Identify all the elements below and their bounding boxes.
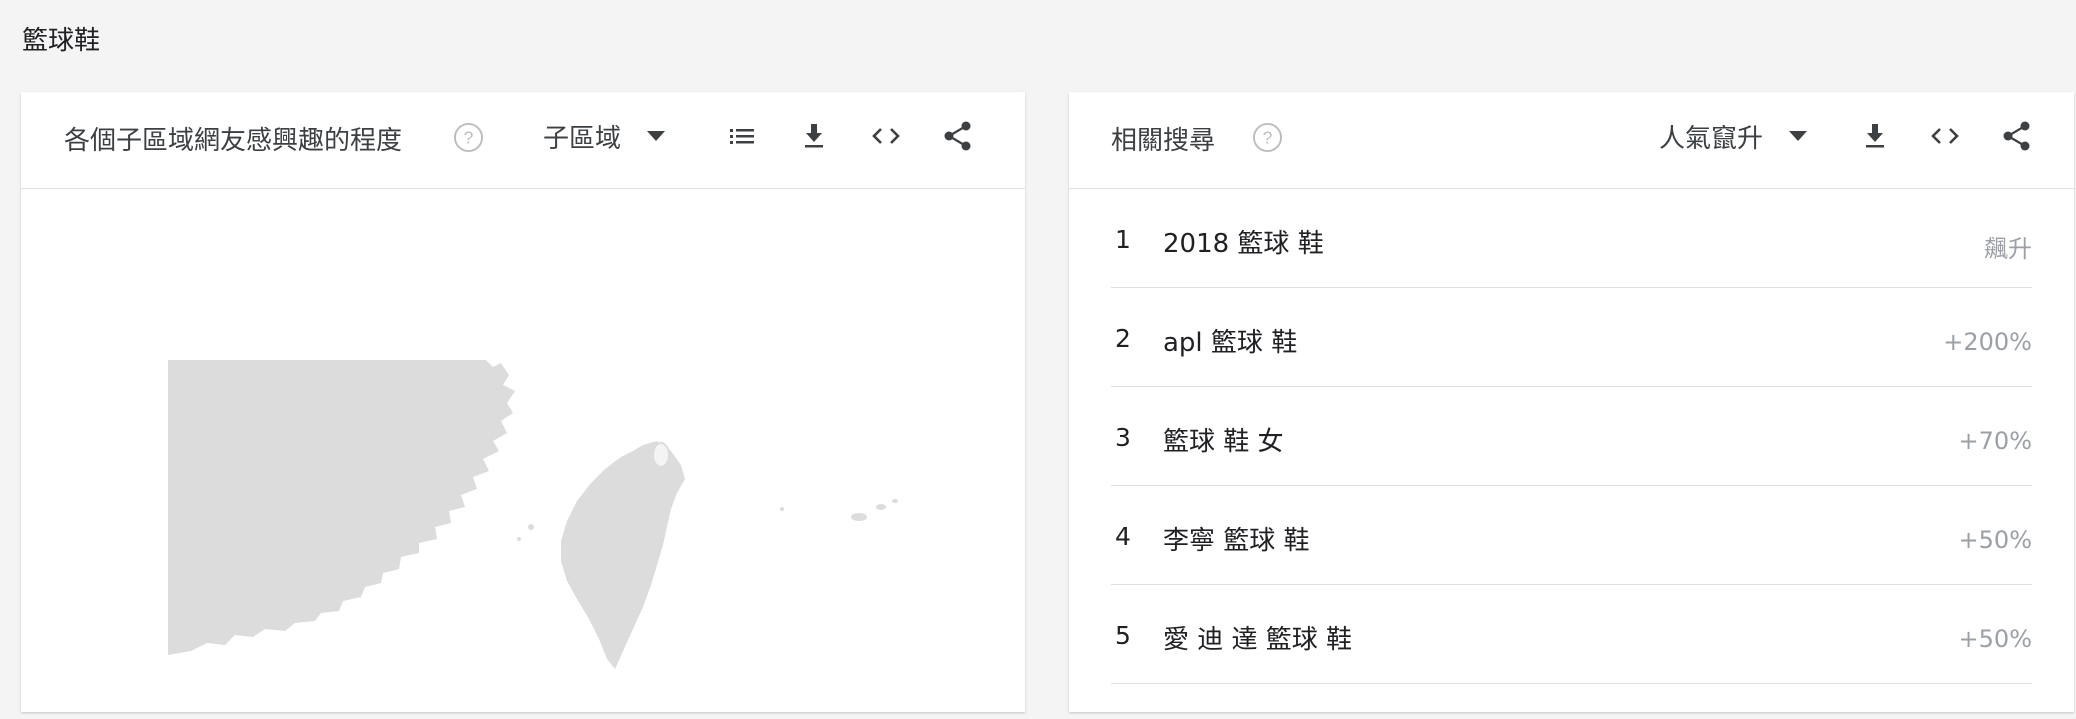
svg-text:?: ? <box>464 127 474 147</box>
row-rank: 4 <box>1115 522 1131 551</box>
card-title: 相關搜尋 <box>1111 126 1216 156</box>
related-query-row[interactable]: 4 李寧 籃球 鞋 +50% <box>1111 486 2032 585</box>
related-query-row[interactable]: 5 愛 迪 達 籃球 鞋 +50% <box>1111 585 2032 684</box>
subregion-dropdown[interactable]: 子區域 <box>543 116 666 156</box>
island <box>851 513 867 521</box>
svg-text:?: ? <box>1263 127 1273 147</box>
row-value: +70% <box>1958 427 2032 455</box>
help-circle-icon[interactable]: ? <box>1252 122 1283 153</box>
page-title: 籃球鞋 <box>22 26 101 56</box>
list-icon[interactable] <box>724 118 760 154</box>
island <box>892 499 898 503</box>
share-icon[interactable] <box>1999 118 2035 154</box>
share-icon[interactable] <box>940 118 976 154</box>
related-query-row[interactable]: 2 apl 籃球 鞋 +200% <box>1111 288 2032 387</box>
island <box>528 524 534 530</box>
related-query-row[interactable]: 3 籃球 鞋 女 +70% <box>1111 387 2032 486</box>
row-term: 李寧 籃球 鞋 <box>1163 526 1310 556</box>
row-rank: 2 <box>1115 324 1131 353</box>
row-value: +50% <box>1958 526 2032 554</box>
embed-code-icon[interactable] <box>1927 118 1963 154</box>
related-query-row[interactable]: 1 2018 籃球 鞋 飆升 <box>1111 189 2032 288</box>
embed-code-icon[interactable] <box>868 118 904 154</box>
help-circle-icon[interactable]: ? <box>453 122 484 153</box>
row-value: +200% <box>1943 328 2032 356</box>
download-icon[interactable] <box>1857 118 1893 154</box>
card-header: 相關搜尋 ? 人氣竄升 <box>1069 92 2074 189</box>
rising-dropdown[interactable]: 人氣竄升 <box>1659 116 1808 156</box>
island <box>780 507 784 511</box>
row-term: 愛 迪 達 籃球 鞋 <box>1163 625 1353 655</box>
interest-by-subregion-card: 各個子區域網友感興趣的程度 ? 子區域 <box>21 92 1025 712</box>
row-rank: 5 <box>1115 621 1131 650</box>
row-value: 飆升 <box>1984 235 2032 263</box>
dropdown-label: 人氣竄升 <box>1659 123 1764 154</box>
row-rank: 1 <box>1115 225 1131 254</box>
taiwan-region <box>561 441 685 669</box>
island <box>517 537 521 541</box>
related-queries-card: 相關搜尋 ? 人氣竄升 1 2018 籃球 鞋 飆升 2 apl 籃球 鞋 +2… <box>1069 92 2074 712</box>
row-term: 2018 籃球 鞋 <box>1163 229 1324 259</box>
row-rank: 3 <box>1115 423 1131 452</box>
row-term: apl 籃球 鞋 <box>1163 328 1298 358</box>
card-title: 各個子區域網友感興趣的程度 <box>64 126 403 156</box>
caret-down-icon <box>647 131 666 141</box>
row-term: 籃球 鞋 女 <box>1163 427 1284 457</box>
card-header: 各個子區域網友感興趣的程度 ? 子區域 <box>21 92 1025 189</box>
map-svg <box>168 360 898 669</box>
subregion-map <box>21 189 1025 719</box>
download-icon[interactable] <box>796 118 832 154</box>
caret-down-icon <box>1789 131 1808 141</box>
island <box>876 504 886 510</box>
mainland-region <box>168 360 515 655</box>
dropdown-label: 子區域 <box>543 123 622 154</box>
row-value: +50% <box>1958 625 2032 653</box>
